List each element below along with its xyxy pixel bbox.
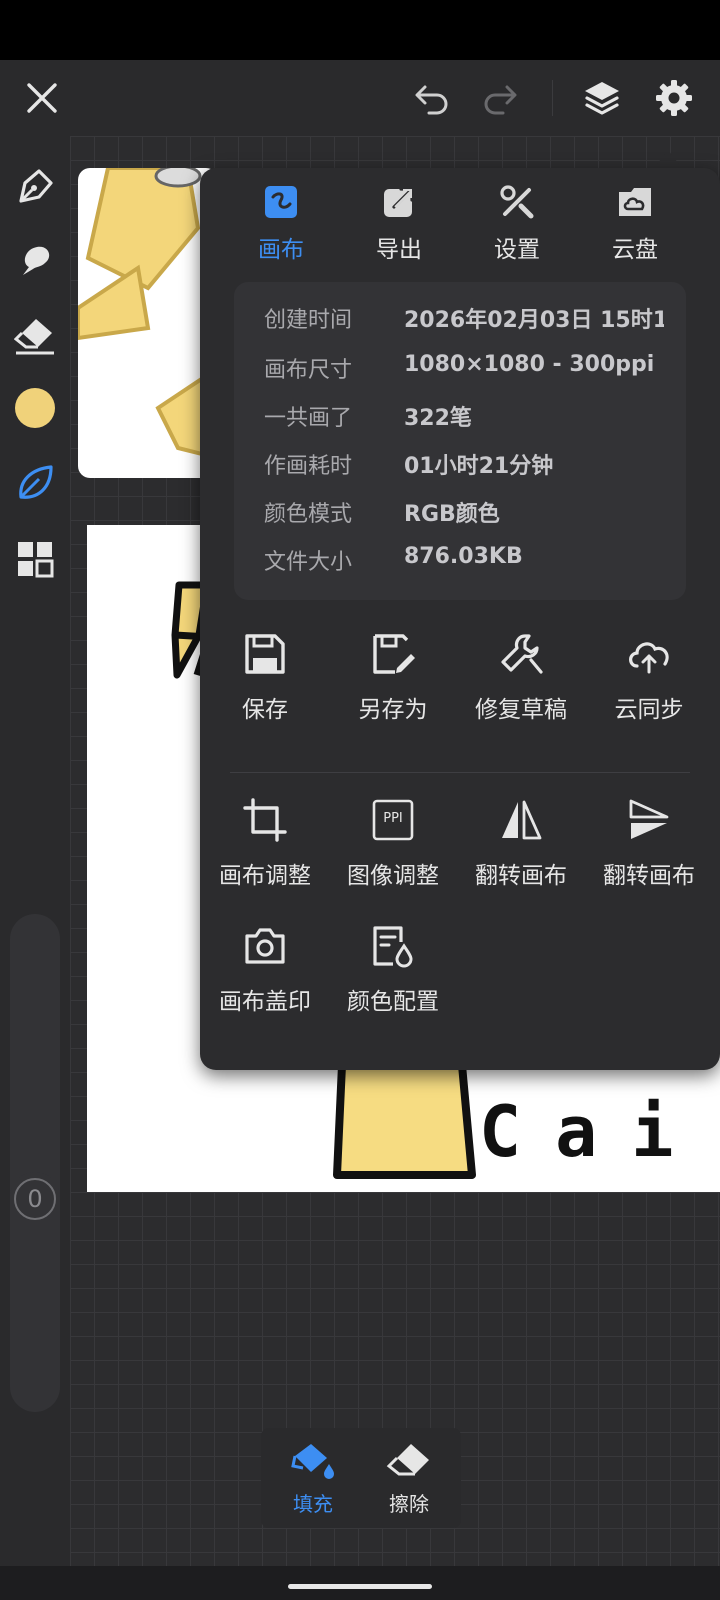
smudge-icon[interactable]: [12, 238, 58, 284]
flip-canvas-horizontal-button[interactable]: 翻转画布: [456, 798, 586, 908]
action-label: 颜色配置: [347, 989, 439, 1015]
popup-divider: [230, 772, 690, 773]
info-key: 颜色模式: [264, 502, 353, 527]
canvas-stamp-button[interactable]: 画布盖印: [200, 924, 330, 1034]
opacity-slider-knob[interactable]: 0: [14, 1178, 56, 1220]
fill-label: 填充: [293, 1491, 333, 1516]
repair-draft-button[interactable]: 修复草稿: [456, 632, 586, 742]
action-label: 画布调整: [219, 863, 311, 889]
tab-cloud-drive[interactable]: 云盘: [580, 184, 690, 274]
tab-settings[interactable]: 设置: [462, 184, 572, 274]
info-value: 2026年02月03日 15时19分: [404, 308, 664, 332]
info-value: 01小时21分钟: [404, 454, 554, 479]
ppi-icon: PPI: [371, 798, 415, 842]
gear-icon[interactable]: [650, 74, 698, 122]
wrench-icon: [499, 632, 543, 676]
action-label: 另存为: [358, 697, 428, 723]
info-value: 876.03KB: [404, 544, 523, 569]
cloud-sync-button[interactable]: 云同步: [584, 632, 714, 742]
tab-label: 设置: [494, 237, 540, 263]
layers-icon[interactable]: [578, 74, 626, 122]
flip-canvas-vertical-button[interactable]: 翻转画布: [584, 798, 714, 908]
action-label: 保存: [242, 697, 288, 723]
canvas-icon: [263, 184, 299, 220]
status-bar: [0, 0, 720, 60]
toolbar-divider: [552, 80, 553, 116]
eraser-icon: [385, 1440, 433, 1482]
bottom-tool-palette: 填充 擦除: [261, 1428, 461, 1528]
cloud-drive-icon: [617, 184, 653, 220]
save-as-button[interactable]: 另存为: [328, 632, 458, 742]
thumbnail-artwork: [78, 168, 218, 461]
top-toolbar: [0, 60, 720, 136]
action-label: 画布盖印: [219, 989, 311, 1015]
save-icon: [243, 632, 287, 676]
erase-label: 擦除: [389, 1491, 429, 1516]
eraser-icon[interactable]: [12, 312, 58, 358]
canvas-menu-popup: 画布 导出 设置 云盘 创建时间 2026年02月03日 15时19分 画布尺寸…: [200, 168, 720, 1070]
fill-bucket-icon: [289, 1440, 337, 1482]
color-profile-icon: [371, 924, 415, 968]
info-value: 1080×1080 - 300ppi: [404, 352, 655, 377]
export-icon: [381, 184, 417, 220]
save-as-icon: [371, 632, 415, 676]
close-icon[interactable]: [20, 76, 64, 120]
grid-icon[interactable]: [12, 536, 58, 582]
action-label: 修复草稿: [475, 697, 567, 723]
erase-button[interactable]: 擦除: [361, 1428, 457, 1528]
ppi-badge: PPI: [383, 811, 403, 826]
action-label: 图像调整: [347, 863, 439, 889]
left-toolbar: S 0: [0, 136, 70, 1566]
action-label: 云同步: [614, 697, 684, 723]
system-navigation-bar: [0, 1566, 720, 1600]
info-key: 创建时间: [264, 308, 353, 333]
cloud-sync-icon: [625, 632, 673, 676]
opacity-slider[interactable]: 0: [10, 1172, 60, 1412]
camera-icon: [243, 924, 287, 968]
info-value: RGB颜色: [404, 502, 500, 527]
action-label: 翻转画布: [475, 863, 567, 889]
save-button[interactable]: 保存: [200, 632, 330, 742]
leaf-brush-icon[interactable]: [12, 460, 58, 506]
home-indicator[interactable]: [288, 1584, 432, 1589]
crop-icon: [243, 798, 287, 842]
undo-icon[interactable]: [410, 76, 454, 120]
color-swatch[interactable]: [15, 388, 55, 428]
info-value: 322笔: [404, 406, 472, 431]
info-key: 文件大小: [264, 550, 353, 575]
tab-canvas[interactable]: 画布: [226, 184, 336, 274]
canvas-adjust-button[interactable]: 画布调整: [200, 798, 330, 908]
image-adjust-button[interactable]: PPI 图像调整: [328, 798, 458, 908]
tab-label: 云盘: [612, 237, 658, 263]
color-profile-button[interactable]: 颜色配置: [328, 924, 458, 1034]
info-key: 画布尺寸: [264, 358, 353, 383]
reference-thumbnail[interactable]: [78, 168, 218, 478]
popup-pointer: [654, 150, 682, 168]
action-label: 翻转画布: [603, 863, 695, 889]
settings-tools-icon: [499, 184, 535, 220]
artwork-text: Cai: [479, 1091, 708, 1173]
flip-horizontal-icon: [499, 798, 543, 842]
flip-vertical-icon: [627, 798, 671, 842]
tab-export[interactable]: 导出: [344, 184, 454, 274]
info-key: 作画耗时: [264, 454, 353, 479]
info-key: 一共画了: [264, 406, 353, 431]
pen-icon[interactable]: [12, 164, 58, 210]
tab-label: 画布: [258, 237, 304, 263]
redo-icon[interactable]: [478, 76, 522, 120]
canvas-info-panel: 创建时间 2026年02月03日 15时19分 画布尺寸 1080×1080 -…: [234, 282, 686, 600]
fill-button[interactable]: 填充: [265, 1428, 361, 1528]
tab-label: 导出: [376, 237, 422, 263]
